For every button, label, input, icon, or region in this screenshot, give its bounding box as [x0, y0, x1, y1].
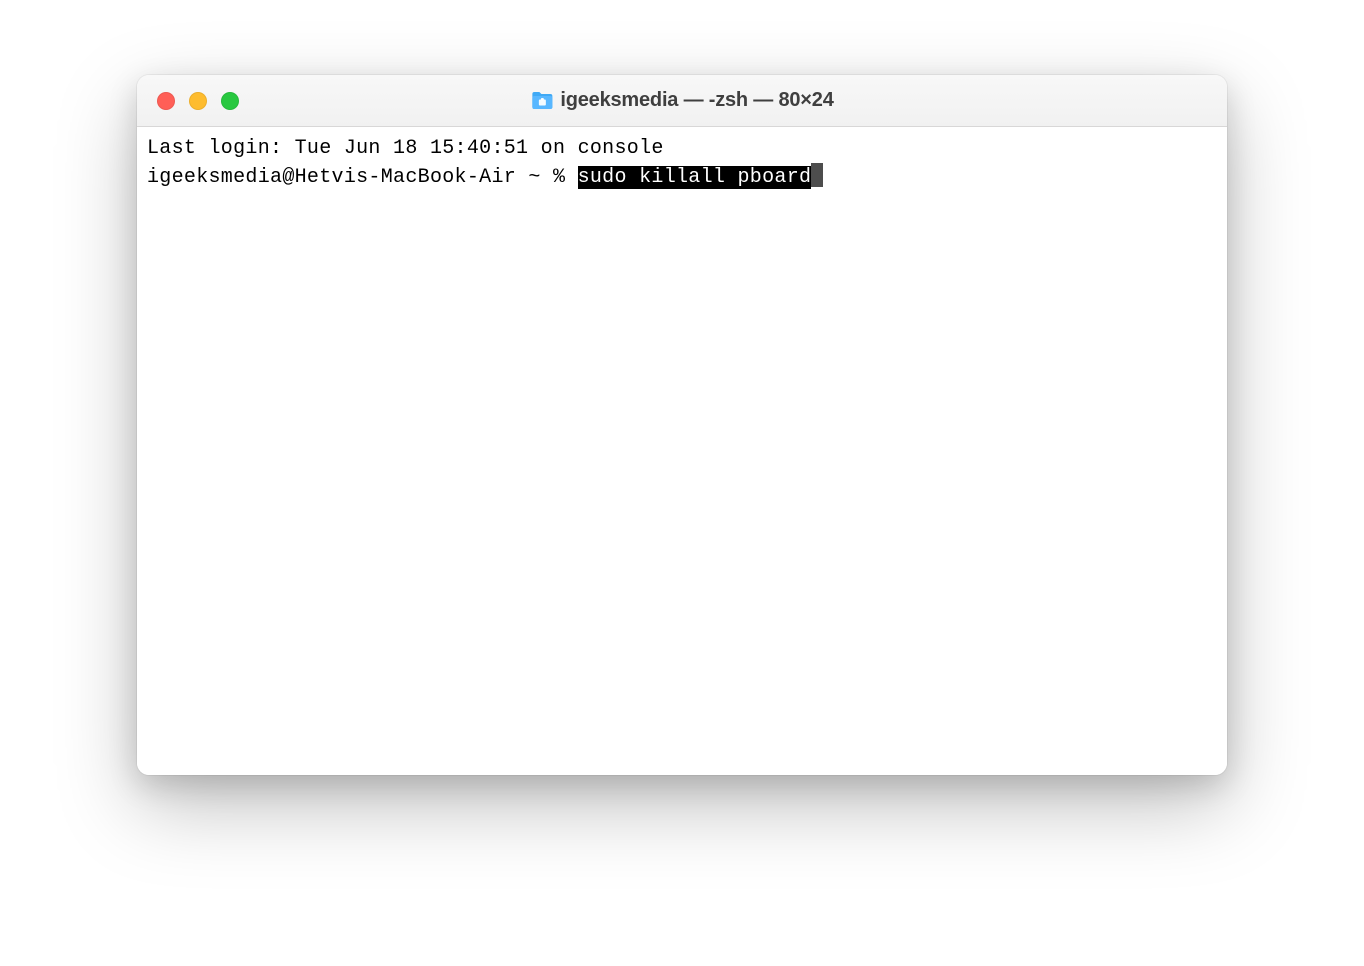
highlighted-command: sudo killall pboard — [578, 166, 812, 189]
close-button[interactable] — [157, 92, 175, 110]
maximize-button[interactable] — [221, 92, 239, 110]
terminal-window: igeeksmedia — -zsh — 80×24 Last login: T… — [137, 75, 1227, 775]
terminal-body[interactable]: Last login: Tue Jun 18 15:40:51 on conso… — [137, 127, 1227, 775]
terminal-line-last-login: Last login: Tue Jun 18 15:40:51 on conso… — [147, 135, 1217, 163]
minimize-button[interactable] — [189, 92, 207, 110]
title-center: igeeksmedia — -zsh — 80×24 — [530, 89, 833, 112]
terminal-cursor — [811, 163, 823, 187]
folder-icon — [530, 91, 554, 111]
prompt-text: igeeksmedia@Hetvis-MacBook-Air ~ % — [147, 166, 578, 189]
terminal-line-prompt: igeeksmedia@Hetvis-MacBook-Air ~ % sudo … — [147, 163, 1217, 192]
traffic-lights — [137, 92, 239, 110]
title-bar[interactable]: igeeksmedia — -zsh — 80×24 — [137, 75, 1227, 127]
window-title: igeeksmedia — -zsh — 80×24 — [560, 89, 833, 112]
